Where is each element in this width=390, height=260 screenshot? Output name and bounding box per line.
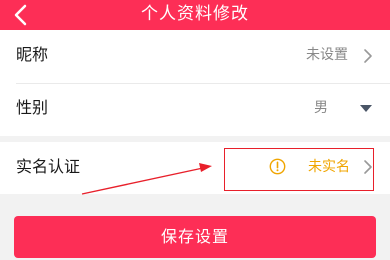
nickname-value: 未设置 (306, 47, 348, 63)
warning-circle-icon (269, 158, 286, 175)
chevron-right-icon (364, 160, 372, 174)
gender-label: 性别 (16, 98, 49, 117)
profile-card: 昵称 未设置 性别 男 (0, 30, 390, 136)
realname-row[interactable]: 实名认证 未实名 (0, 142, 390, 194)
nickname-label: 昵称 (16, 45, 49, 64)
nickname-row[interactable]: 昵称 未设置 (0, 30, 390, 84)
realname-status: 未实名 (308, 159, 350, 175)
chevron-right-icon (364, 49, 372, 63)
header-bar: 个人资料修改 (0, 0, 390, 30)
realname-label: 实名认证 (16, 157, 81, 176)
realname-card: 实名认证 未实名 (0, 142, 390, 194)
save-button[interactable]: 保存设置 (14, 216, 376, 258)
caret-down-icon[interactable] (359, 104, 373, 113)
gender-row[interactable]: 性别 男 (0, 83, 390, 136)
page-title: 个人资料修改 (141, 4, 249, 24)
gender-value: 男 (314, 100, 328, 116)
